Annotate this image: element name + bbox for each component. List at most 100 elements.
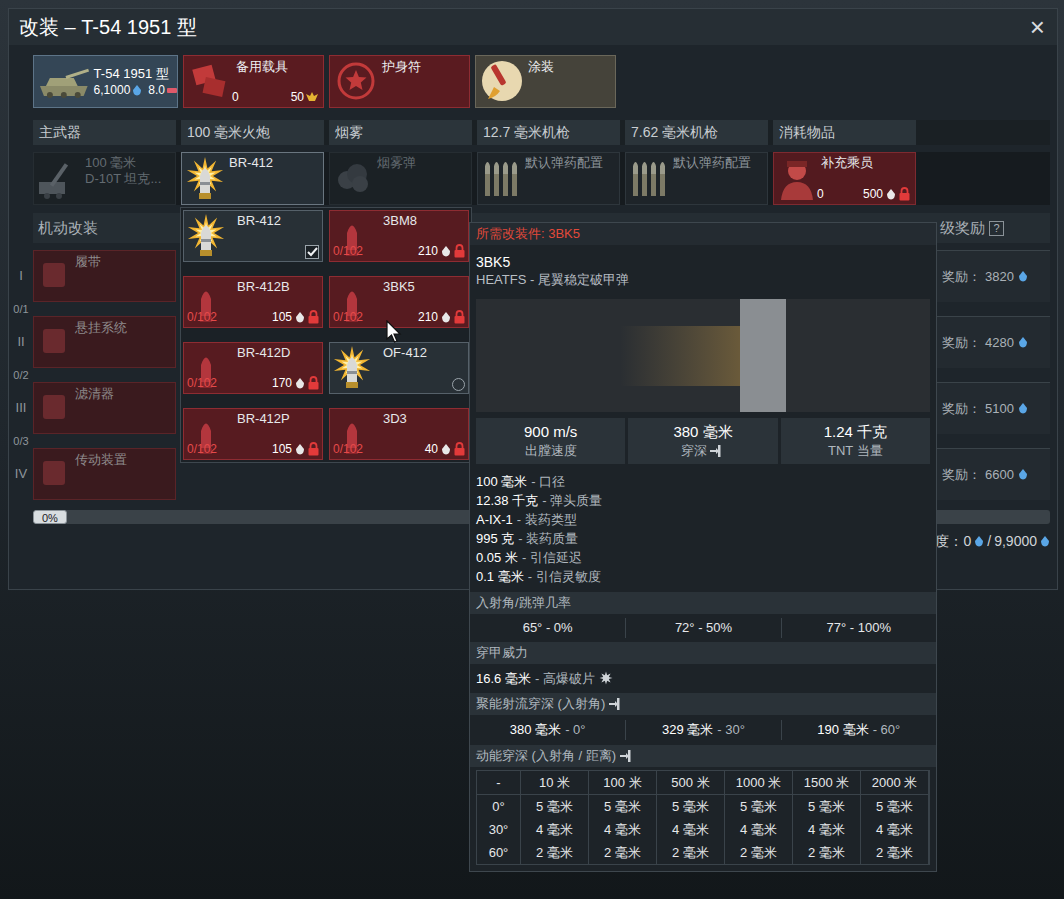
- distance-header: 10 米: [521, 771, 589, 795]
- shell-icon: [186, 213, 226, 259]
- spec-list: 100 毫米- 口径12.38 千克- 弹头质量A-IX-1- 装药类型995 …: [470, 472, 936, 586]
- reward-value: 4280: [985, 333, 1014, 353]
- mobility-mod[interactable]: 悬挂系统: [33, 316, 176, 368]
- column-header: 主武器: [33, 120, 176, 145]
- distance-header: 100 米: [589, 771, 657, 795]
- column-header: 烟雾: [329, 120, 472, 145]
- ammo-option[interactable]: 3BM80/102210: [329, 210, 469, 262]
- vehicle-card[interactable]: T-54 1951 型6,10008.0: [33, 55, 178, 108]
- crew-price: 500: [863, 186, 883, 202]
- research-point-icon: [886, 189, 896, 200]
- ammo-option[interactable]: OF-412: [329, 342, 469, 394]
- penetration-cell: 4 毫米: [793, 818, 861, 841]
- ricochet-title: 入射角/跳弹几率: [476, 593, 571, 613]
- ammo-progress: 0/102: [333, 243, 363, 259]
- penetration-cell: 4 毫米: [861, 818, 929, 841]
- reward-value: 5100: [985, 399, 1014, 419]
- penetration-icon: [710, 445, 724, 457]
- shell-render: [476, 299, 930, 412]
- mod-icon: [37, 387, 71, 427]
- slot-card[interactable]: 护身符: [329, 55, 470, 108]
- penetration-cell: 5 毫米: [657, 795, 725, 818]
- help-button[interactable]: ?: [989, 221, 1004, 236]
- penetration-icon: [609, 698, 623, 710]
- mobility-mod[interactable]: 滤清器: [33, 382, 176, 434]
- vehicle-name: T-54 1951 型: [94, 65, 177, 82]
- weapon-slot[interactable]: 默认弹药配置: [477, 152, 620, 205]
- tier-numeral: IV: [9, 448, 33, 500]
- ammo-price: 40: [425, 441, 438, 457]
- section-header: 入射角/跳弹几率: [470, 592, 936, 614]
- slot-card[interactable]: 备用载具050: [183, 55, 324, 108]
- window-title: 改装 – T-54 1951 型: [19, 12, 197, 42]
- ammo-option[interactable]: BR-412B0/102105: [183, 276, 323, 328]
- ammo-option[interactable]: 3BK50/102210: [329, 276, 469, 328]
- ammo-option[interactable]: BR-412D0/102170: [183, 342, 323, 394]
- weapon-label: 默认弹药配置: [525, 155, 614, 171]
- slot-card[interactable]: 涂装: [475, 55, 616, 108]
- slot-price: 50: [291, 89, 304, 105]
- reward-value: 3820: [985, 267, 1014, 287]
- radio-button[interactable]: [452, 378, 465, 391]
- ricochet-row: 65° - 0%72° - 50%77° - 100%: [470, 614, 936, 642]
- screen: 改装 – T-54 1951 型 × T-54 1951 型6,10008.0备用载…: [0, 0, 1064, 899]
- reward-label: 奖励：: [942, 399, 981, 419]
- stat-cell: 1.24 千克TNT 当量: [781, 418, 930, 464]
- penetration-cell: 2 毫米: [725, 841, 793, 864]
- lock-icon: [454, 244, 465, 258]
- backup-vehicle-icon: [188, 59, 232, 103]
- close-button[interactable]: ×: [1028, 13, 1047, 41]
- tank-icon: [36, 62, 92, 102]
- ammo-price: 210: [418, 243, 438, 259]
- ammo-type: HEATFS - 尾翼稳定破甲弹: [476, 271, 930, 289]
- progress-label: 0%: [33, 510, 67, 524]
- ammo-name: BR-412D: [187, 345, 319, 361]
- check-icon: [307, 247, 318, 257]
- stat-label: TNT 当量: [828, 442, 883, 460]
- weapon-slot[interactable]: 烟雾弹: [329, 152, 472, 205]
- mod-icon: [37, 321, 71, 361]
- weapon-slot[interactable]: 100 毫米D-10T 坦克...: [33, 152, 176, 205]
- weapon-slot[interactable]: BR-412: [181, 152, 324, 205]
- mobility-mod[interactable]: 履带: [33, 250, 176, 302]
- checkbox[interactable]: [305, 245, 319, 259]
- vehicle-price: 6,1000: [94, 82, 131, 98]
- reward-label: 奖励：: [942, 267, 981, 287]
- ammo-progress: 0/102: [187, 375, 217, 391]
- reward-row: 奖励：3820: [918, 250, 1050, 302]
- ammo-option[interactable]: 3D30/10240: [329, 408, 469, 460]
- ammo-price: 210: [418, 309, 438, 325]
- section-header: 动能穿深 (入射角 / 距离): [470, 745, 936, 767]
- power-row: 16.6 毫米- 高爆破片: [470, 664, 936, 694]
- ammo-title: 3BK5: [476, 253, 930, 271]
- angle-cell: 60°: [477, 841, 521, 864]
- research-point-icon: [295, 312, 305, 323]
- research-goal: 9,9000: [994, 532, 1037, 550]
- weapon-slot[interactable]: 默认弹药配置: [625, 152, 768, 205]
- penetration-cell: 2 毫米: [861, 841, 929, 864]
- jet-value: 329 毫米- 30°: [625, 720, 780, 740]
- spec-line: 995 克- 装药质量: [476, 529, 930, 548]
- slot-row: T-54 1951 型6,10008.0备用载具050护身符涂装: [9, 55, 1050, 108]
- ammo-belt-icon: [481, 156, 521, 200]
- ammo-option[interactable]: BR-412P0/102105: [183, 408, 323, 460]
- weapon-label: 默认弹药配置: [673, 155, 762, 171]
- column-header: 7.62 毫米机枪: [625, 120, 768, 145]
- title-bar: 改装 – T-54 1951 型 ×: [9, 9, 1057, 45]
- column-header: 100 毫米火炮: [181, 120, 324, 145]
- penetration-cell: 5 毫米: [861, 795, 929, 818]
- reward-value: 6600: [985, 465, 1014, 485]
- penetration-cell: 4 毫米: [521, 818, 589, 841]
- weapon-slot[interactable]: 补充乘员0500: [773, 152, 916, 205]
- ammo-progress: 0/102: [333, 441, 363, 457]
- distance-header: 2000 米: [861, 771, 929, 795]
- ammo-option[interactable]: BR-412: [183, 210, 323, 262]
- ammo-name: BR-412: [187, 213, 319, 229]
- research-point-icon: [132, 85, 142, 96]
- research-point-icon: [974, 536, 984, 547]
- tier-numeral: III: [9, 382, 33, 434]
- mobility-mod[interactable]: 传动装置: [33, 448, 176, 500]
- ammo-belt-icon: [629, 156, 669, 200]
- ricochet-value: 65° - 0%: [470, 618, 625, 638]
- research-point-icon: [441, 246, 451, 257]
